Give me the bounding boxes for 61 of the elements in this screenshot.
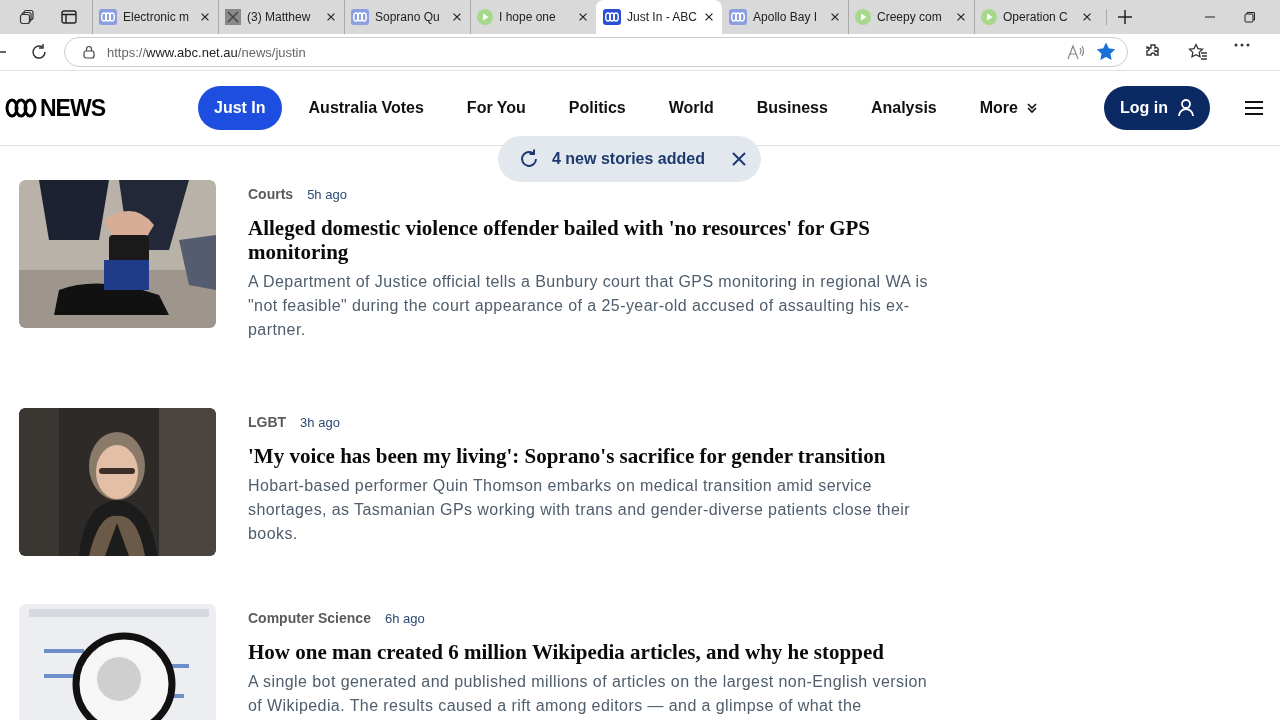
x-logo-icon — [225, 9, 241, 25]
browser-tab[interactable]: Electronic m — [92, 0, 218, 34]
restore-icon[interactable] — [1244, 11, 1256, 23]
banner-text: 4 new stories added — [552, 150, 705, 168]
lock-icon — [83, 45, 95, 59]
nav-link[interactable]: Just In — [198, 86, 282, 130]
news-logo-text[interactable]: NEWS — [40, 94, 105, 122]
favorites-icon[interactable] — [1188, 43, 1208, 61]
timestamp: 6h ago — [384, 611, 425, 626]
article-summary: A single bot generated and published millions of articles on the largest non-English version of Wikipedia. The results caused a rift among editors — and a glimpse of what the — [248, 672, 929, 716]
user-icon — [1178, 99, 1194, 117]
nav-link[interactable]: Politics — [552, 86, 642, 130]
abc-logo-icon — [351, 9, 369, 25]
browser-tab[interactable]: Creepy com — [848, 0, 975, 34]
nav-link[interactable]: Analysis — [854, 86, 953, 130]
article-summary: A Department of Justice official tells a Bunbury court that GPS monitoring in regional WA is "not feasible" during the court appearance of a 25-year-old accused of assaulting his ex-partner. — [248, 272, 929, 340]
abc-logo-icon — [99, 9, 117, 25]
login-button[interactable]: Log in — [1104, 86, 1210, 130]
category-link[interactable]: LGBT — [248, 414, 287, 430]
nav-link[interactable]: For You — [450, 86, 542, 130]
category-link[interactable]: Courts — [248, 186, 294, 202]
play-icon — [855, 9, 872, 25]
read-aloud-icon[interactable] — [1067, 44, 1085, 60]
nav-link[interactable]: Business — [740, 86, 844, 130]
abc-logo-icon — [603, 9, 621, 25]
abc-logo-icon — [729, 9, 748, 25]
favorite-star-icon[interactable] — [1097, 43, 1115, 61]
headline-link[interactable]: How one man created 6 million Wikipedia articles, and why he stopped — [248, 640, 948, 664]
more-icon[interactable] — [1234, 43, 1250, 47]
close-icon[interactable] — [577, 11, 589, 23]
workspaces-icon[interactable] — [19, 9, 35, 25]
category-link[interactable]: Computer Science — [248, 610, 371, 626]
refresh-icon — [518, 148, 540, 170]
timestamp: 5h ago — [307, 187, 347, 202]
nav-link[interactable]: World — [652, 86, 730, 130]
close-icon[interactable] — [451, 11, 463, 23]
chevron-down-icon — [1025, 102, 1038, 114]
new-stories-banner[interactable]: 4 new stories added — [498, 136, 761, 182]
play-icon — [981, 9, 998, 25]
url-text: https://www.abc.net.au/news/justin — [107, 44, 307, 60]
browser-tab[interactable]: (3) Matthew — [218, 0, 344, 34]
headline-link[interactable]: 'My voice has been my living': Soprano's sacrifice for gender transition — [248, 444, 948, 468]
close-icon[interactable] — [730, 151, 747, 167]
new-tab-icon[interactable] — [1117, 9, 1134, 25]
browser-tab[interactable]: Operation C — [974, 0, 1101, 34]
play-icon — [477, 9, 493, 25]
nav-link[interactable]: More — [963, 86, 1054, 130]
close-icon[interactable] — [325, 11, 337, 23]
timestamp: 3h ago — [300, 415, 340, 430]
tab-actions-icon[interactable] — [61, 10, 77, 24]
headline-link[interactable]: Alleged domestic violence offender bailed with 'no resources' for GPS monitoring — [248, 216, 948, 264]
browser-tab[interactable]: I hope one — [470, 0, 596, 34]
refresh-icon[interactable] — [30, 43, 48, 61]
menu-icon[interactable] — [1244, 100, 1264, 116]
browser-tab[interactable]: Just In - ABC — [596, 0, 723, 34]
browser-tab[interactable]: Apollo Bay I — [722, 0, 849, 34]
abc-logo-icon — [4, 98, 38, 118]
browser-tab[interactable]: Soprano Qu — [344, 0, 470, 34]
nav-link[interactable]: Australia Votes — [292, 86, 440, 130]
close-icon[interactable] — [199, 11, 211, 23]
article-summary: Hobart-based performer Quin Thomson embarks on medical transition amid service shortages, as Tasmanian GPs working with trans and gender-diverse patients close their books. — [248, 476, 911, 544]
